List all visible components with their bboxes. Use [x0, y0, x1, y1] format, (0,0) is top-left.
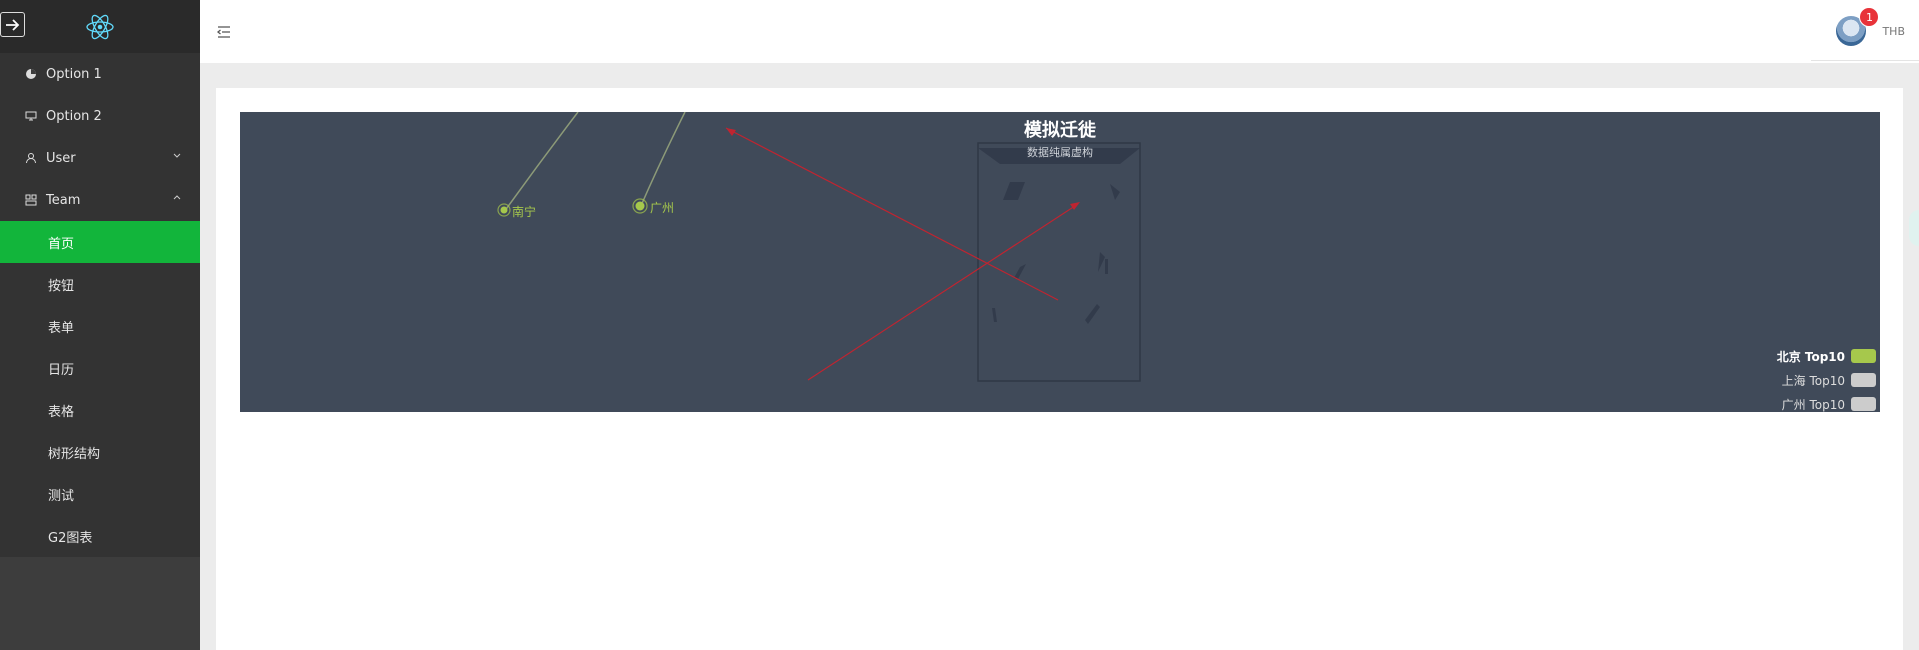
submenu-item-calendar[interactable]: 日历 [0, 347, 200, 389]
legend-swatch [1851, 349, 1876, 363]
menu-fold-icon[interactable] [216, 24, 232, 40]
map-shape [1105, 259, 1108, 274]
user-icon [24, 151, 38, 165]
side-drawer-handle[interactable] [1909, 210, 1919, 246]
chevron-down-icon [173, 153, 181, 158]
submenu-item-g2-chart[interactable]: G2图表 [0, 515, 200, 557]
menu-item-option-1[interactable]: Option 1 [0, 53, 200, 95]
menu-item-option-2[interactable]: Option 2 [0, 95, 200, 137]
legend-label: 上海 Top10 [1781, 373, 1845, 388]
logout-icon[interactable] [0, 12, 25, 37]
chevron-up-icon [173, 195, 181, 200]
menu-item-label: Option 1 [46, 66, 102, 82]
menu-item-label: Team [46, 192, 81, 208]
map-shape [1085, 304, 1100, 324]
legend-swatch [1851, 373, 1876, 387]
submenu-item-home[interactable]: 首页 [0, 221, 200, 263]
react-logo-icon [86, 14, 114, 40]
submenu-item-form[interactable]: 表单 [0, 305, 200, 347]
legend-item-guangzhou[interactable]: 广州 Top10 [1777, 392, 1876, 412]
legend-item-beijing[interactable]: 北京 Top10 [1777, 344, 1876, 368]
map-shape [1014, 264, 1026, 279]
menu-item-user[interactable]: User [0, 137, 200, 179]
sidebar: Option 1 Option 2 User Team 首页 按钮 表单 日历 … [0, 0, 200, 650]
map-title: 模拟迁徙 [1024, 120, 1096, 141]
map-legend: 北京 Top10 上海 Top10 广州 Top10 [1777, 344, 1876, 412]
legend-item-shanghai[interactable]: 上海 Top10 [1777, 368, 1876, 392]
submenu-item-table[interactable]: 表格 [0, 389, 200, 431]
legend-label: 北京 Top10 [1776, 349, 1845, 364]
submenu-item-button[interactable]: 按钮 [0, 263, 200, 305]
desktop-icon [24, 109, 38, 123]
city-dot-guangzhou[interactable] [635, 201, 645, 211]
user-menu[interactable]: 1 THB [1836, 7, 1905, 46]
sidebar-header [0, 0, 200, 53]
map-subtitle: 数据纯属虚构 [1027, 146, 1093, 159]
pie-chart-icon [24, 67, 38, 81]
username: THB [1882, 24, 1905, 38]
map-shape [1098, 252, 1105, 272]
city-label-guangzhou: 广州 [650, 201, 675, 215]
menu-item-label: User [46, 150, 76, 166]
legend-swatch [1851, 397, 1876, 411]
map-shape [992, 308, 997, 322]
flow-line [807, 203, 1079, 381]
notification-badge: 1 [1859, 7, 1880, 27]
city-dot-nanning[interactable] [500, 206, 508, 214]
map-region [977, 142, 1141, 382]
map-shape [1110, 184, 1120, 200]
top-header: 1 THB [200, 0, 1919, 63]
avatar[interactable]: 1 [1836, 7, 1880, 46]
sidebar-menu: Option 1 Option 2 User Team 首页 按钮 表单 日历 … [0, 53, 200, 557]
menu-item-label: Option 2 [46, 108, 102, 124]
submenu-item-test[interactable]: 测试 [0, 473, 200, 515]
divider [1811, 60, 1919, 61]
legend-label: 广州 Top10 [1781, 397, 1845, 412]
migration-map[interactable]: 模拟迁徙 数据纯属虚构 南宁 广州 北京 Top10 上海 Top10 广州 T… [240, 112, 1880, 412]
submenu-item-tree[interactable]: 树形结构 [0, 431, 200, 473]
menu-item-team[interactable]: Team [0, 179, 200, 221]
team-icon [24, 193, 38, 207]
map-shape [1003, 182, 1025, 200]
city-label-nanning: 南宁 [512, 205, 537, 219]
